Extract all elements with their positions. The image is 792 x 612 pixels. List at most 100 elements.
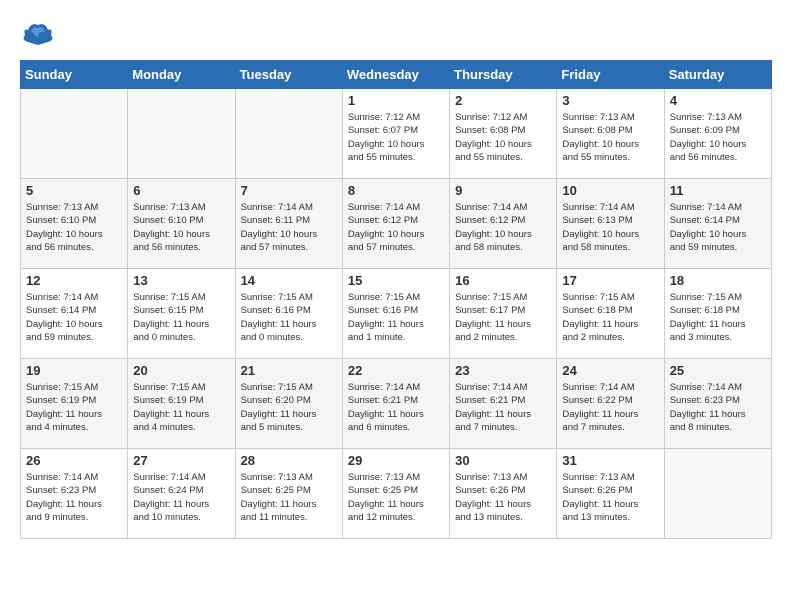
day-number: 24 bbox=[562, 363, 658, 378]
calendar-cell: 23Sunrise: 7:14 AM Sunset: 6:21 PM Dayli… bbox=[450, 359, 557, 449]
day-info: Sunrise: 7:15 AM Sunset: 6:20 PM Dayligh… bbox=[241, 381, 337, 434]
weekday-header-friday: Friday bbox=[557, 61, 664, 89]
calendar-cell: 7 Sunrise: 7:14 AM Sunset: 6:11 PM Daylig… bbox=[235, 179, 342, 269]
calendar-cell: 24 Sunrise: 7:14 AM Sunset: 6:22 PM Dayli… bbox=[557, 359, 664, 449]
calendar-cell: 4 Sunrise: 7:13 AM Sunset: 6:09 PM Daylig… bbox=[664, 89, 771, 179]
calendar-cell: 12Sunrise: 7:14 AM Sunset: 6:14 PM Dayli… bbox=[21, 269, 128, 359]
day-number: 22 bbox=[348, 363, 444, 378]
day-number: 31 bbox=[562, 453, 658, 468]
day-info: Sunrise: 7:13 AM Sunset: 6:26 PM Dayligh… bbox=[455, 471, 551, 524]
day-info: Sunrise: 7:15 AM Sunset: 6:16 PM Dayligh… bbox=[241, 291, 337, 344]
calendar-cell bbox=[664, 449, 771, 539]
day-number: 11 bbox=[670, 183, 766, 198]
day-info: Sunrise: 7:14 AM Sunset: 6:13 PM Dayligh… bbox=[562, 201, 658, 254]
calendar-cell: 27 Sunrise: 7:14 AM Sunset: 6:24 PM Dayli… bbox=[128, 449, 235, 539]
calendar-cell: 17 Sunrise: 7:15 AM Sunset: 6:18 PM Dayli… bbox=[557, 269, 664, 359]
day-info: Sunrise: 7:14 AM Sunset: 6:21 PM Dayligh… bbox=[455, 381, 551, 434]
calendar-cell: 2 Sunrise: 7:12 AM Sunset: 6:08 PM Daylig… bbox=[450, 89, 557, 179]
calendar-cell bbox=[128, 89, 235, 179]
weekday-header-saturday: Saturday bbox=[664, 61, 771, 89]
day-info: Sunrise: 7:14 AM Sunset: 6:21 PM Dayligh… bbox=[348, 381, 444, 434]
week-row-5: 26 Sunrise: 7:14 AM Sunset: 6:23 PM Dayli… bbox=[21, 449, 772, 539]
day-number: 20 bbox=[133, 363, 229, 378]
calendar-table: SundayMondayTuesdayWednesdayThursdayFrid… bbox=[20, 60, 772, 539]
day-number: 13 bbox=[133, 273, 229, 288]
day-info: Sunrise: 7:15 AM Sunset: 6:18 PM Dayligh… bbox=[670, 291, 766, 344]
weekday-header-row: SundayMondayTuesdayWednesdayThursdayFrid… bbox=[21, 61, 772, 89]
calendar-cell: 6Sunrise: 7:13 AM Sunset: 6:10 PM Daylig… bbox=[128, 179, 235, 269]
weekday-header-wednesday: Wednesday bbox=[342, 61, 449, 89]
day-info: Sunrise: 7:15 AM Sunset: 6:18 PM Dayligh… bbox=[562, 291, 658, 344]
calendar-cell: 11 Sunrise: 7:14 AM Sunset: 6:14 PM Dayli… bbox=[664, 179, 771, 269]
day-info: Sunrise: 7:14 AM Sunset: 6:23 PM Dayligh… bbox=[26, 471, 122, 524]
day-info: Sunrise: 7:13 AM Sunset: 6:09 PM Dayligh… bbox=[670, 111, 766, 164]
weekday-header-tuesday: Tuesday bbox=[235, 61, 342, 89]
header bbox=[20, 20, 772, 50]
calendar-cell: 13 Sunrise: 7:15 AM Sunset: 6:15 PM Dayli… bbox=[128, 269, 235, 359]
day-number: 25 bbox=[670, 363, 766, 378]
day-info: Sunrise: 7:15 AM Sunset: 6:17 PM Dayligh… bbox=[455, 291, 551, 344]
day-info: Sunrise: 7:14 AM Sunset: 6:11 PM Dayligh… bbox=[241, 201, 337, 254]
day-number: 15 bbox=[348, 273, 444, 288]
day-info: Sunrise: 7:15 AM Sunset: 6:16 PM Dayligh… bbox=[348, 291, 444, 344]
calendar-cell: 9 Sunrise: 7:14 AM Sunset: 6:12 PM Daylig… bbox=[450, 179, 557, 269]
weekday-header-sunday: Sunday bbox=[21, 61, 128, 89]
calendar-cell: 14 Sunrise: 7:15 AM Sunset: 6:16 PM Dayli… bbox=[235, 269, 342, 359]
day-number: 26 bbox=[26, 453, 122, 468]
day-info: Sunrise: 7:14 AM Sunset: 6:23 PM Dayligh… bbox=[670, 381, 766, 434]
calendar-cell: 19 Sunrise: 7:15 AM Sunset: 6:19 PM Dayli… bbox=[21, 359, 128, 449]
calendar-cell: 28Sunrise: 7:13 AM Sunset: 6:25 PM Dayli… bbox=[235, 449, 342, 539]
logo bbox=[20, 20, 55, 50]
day-number: 30 bbox=[455, 453, 551, 468]
day-info: Sunrise: 7:14 AM Sunset: 6:24 PM Dayligh… bbox=[133, 471, 229, 524]
day-number: 21 bbox=[241, 363, 337, 378]
day-number: 10 bbox=[562, 183, 658, 198]
day-info: Sunrise: 7:14 AM Sunset: 6:14 PM Dayligh… bbox=[670, 201, 766, 254]
calendar-cell: 22 Sunrise: 7:14 AM Sunset: 6:21 PM Dayli… bbox=[342, 359, 449, 449]
day-number: 1 bbox=[348, 93, 444, 108]
day-number: 19 bbox=[26, 363, 122, 378]
day-number: 17 bbox=[562, 273, 658, 288]
calendar-cell: 8Sunrise: 7:14 AM Sunset: 6:12 PM Daylig… bbox=[342, 179, 449, 269]
calendar-cell: 26 Sunrise: 7:14 AM Sunset: 6:23 PM Dayli… bbox=[21, 449, 128, 539]
week-row-4: 19 Sunrise: 7:15 AM Sunset: 6:19 PM Dayli… bbox=[21, 359, 772, 449]
day-number: 2 bbox=[455, 93, 551, 108]
calendar-cell: 15 Sunrise: 7:15 AM Sunset: 6:16 PM Dayli… bbox=[342, 269, 449, 359]
day-number: 5 bbox=[26, 183, 122, 198]
calendar-cell: 18 Sunrise: 7:15 AM Sunset: 6:18 PM Dayli… bbox=[664, 269, 771, 359]
day-info: Sunrise: 7:14 AM Sunset: 6:22 PM Dayligh… bbox=[562, 381, 658, 434]
day-number: 7 bbox=[241, 183, 337, 198]
day-number: 29 bbox=[348, 453, 444, 468]
day-info: Sunrise: 7:13 AM Sunset: 6:25 PM Dayligh… bbox=[348, 471, 444, 524]
calendar-cell: 21 Sunrise: 7:15 AM Sunset: 6:20 PM Dayli… bbox=[235, 359, 342, 449]
calendar-cell bbox=[235, 89, 342, 179]
day-number: 14 bbox=[241, 273, 337, 288]
weekday-header-thursday: Thursday bbox=[450, 61, 557, 89]
day-info: Sunrise: 7:13 AM Sunset: 6:25 PM Dayligh… bbox=[241, 471, 337, 524]
calendar-cell: 29 Sunrise: 7:13 AM Sunset: 6:25 PM Dayli… bbox=[342, 449, 449, 539]
day-info: Sunrise: 7:12 AM Sunset: 6:08 PM Dayligh… bbox=[455, 111, 551, 164]
day-info: Sunrise: 7:13 AM Sunset: 6:26 PM Dayligh… bbox=[562, 471, 658, 524]
calendar-cell bbox=[21, 89, 128, 179]
calendar-cell: 10 Sunrise: 7:14 AM Sunset: 6:13 PM Dayli… bbox=[557, 179, 664, 269]
logo-icon bbox=[23, 20, 53, 50]
week-row-3: 12Sunrise: 7:14 AM Sunset: 6:14 PM Dayli… bbox=[21, 269, 772, 359]
weekday-header-monday: Monday bbox=[128, 61, 235, 89]
calendar-cell: 30 Sunrise: 7:13 AM Sunset: 6:26 PM Dayli… bbox=[450, 449, 557, 539]
day-info: Sunrise: 7:15 AM Sunset: 6:15 PM Dayligh… bbox=[133, 291, 229, 344]
day-info: Sunrise: 7:15 AM Sunset: 6:19 PM Dayligh… bbox=[133, 381, 229, 434]
day-info: Sunrise: 7:15 AM Sunset: 6:19 PM Dayligh… bbox=[26, 381, 122, 434]
day-number: 9 bbox=[455, 183, 551, 198]
week-row-1: 1Sunrise: 7:12 AM Sunset: 6:07 PM Daylig… bbox=[21, 89, 772, 179]
day-number: 27 bbox=[133, 453, 229, 468]
day-info: Sunrise: 7:13 AM Sunset: 6:08 PM Dayligh… bbox=[562, 111, 658, 164]
calendar-cell: 31 Sunrise: 7:13 AM Sunset: 6:26 PM Dayli… bbox=[557, 449, 664, 539]
day-number: 12 bbox=[26, 273, 122, 288]
day-number: 18 bbox=[670, 273, 766, 288]
day-info: Sunrise: 7:14 AM Sunset: 6:12 PM Dayligh… bbox=[455, 201, 551, 254]
week-row-2: 5Sunrise: 7:13 AM Sunset: 6:10 PM Daylig… bbox=[21, 179, 772, 269]
day-number: 6 bbox=[133, 183, 229, 198]
day-number: 4 bbox=[670, 93, 766, 108]
day-number: 3 bbox=[562, 93, 658, 108]
calendar-cell: 16Sunrise: 7:15 AM Sunset: 6:17 PM Dayli… bbox=[450, 269, 557, 359]
